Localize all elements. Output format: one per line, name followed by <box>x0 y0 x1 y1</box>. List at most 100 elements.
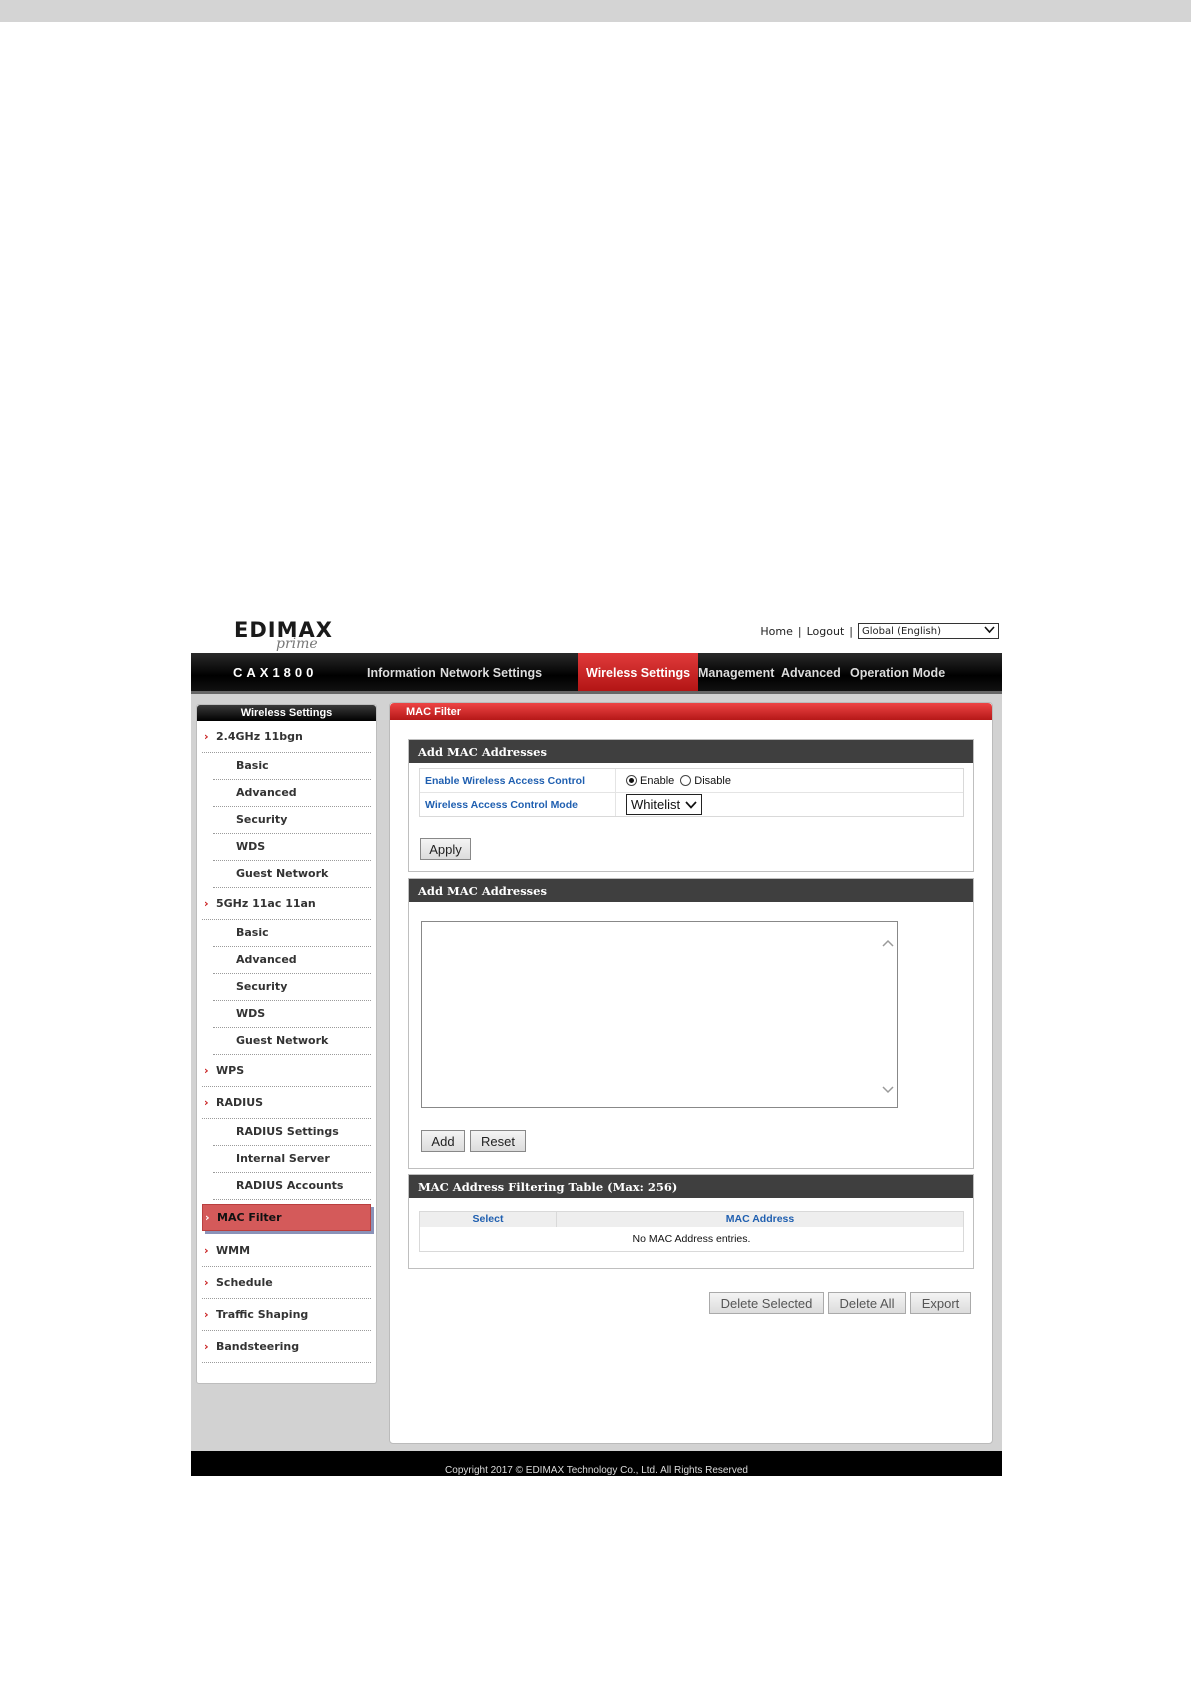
apply-button[interactable]: Apply <box>420 838 471 860</box>
nav-information[interactable]: Information <box>367 653 436 691</box>
main-area: Wireless Settings › 2.4GHz 11bgn Basic Ad… <box>191 694 1002 1451</box>
sidebar-item-basic[interactable]: Basic <box>213 920 371 947</box>
link-separator: | <box>797 624 802 638</box>
sidebar-item-advanced[interactable]: Advanced <box>213 780 371 807</box>
sidebar-item-basic[interactable]: Basic <box>213 753 371 780</box>
chevron-right-icon: › <box>204 1308 209 1321</box>
sidebar-item-label: Schedule <box>216 1276 273 1289</box>
sidebar-item-label: Traffic Shaping <box>216 1308 309 1321</box>
nav-operation-mode[interactable]: Operation Mode <box>850 653 945 691</box>
logo-subtitle: prime <box>276 636 318 652</box>
sidebar-item-label: Bandsteering <box>216 1340 300 1353</box>
column-header-select: Select <box>420 1212 557 1227</box>
sidebar-item-advanced[interactable]: Advanced <box>213 947 371 974</box>
footer: Copyright 2017 © EDIMAX Technology Co., … <box>191 1451 1002 1476</box>
disable-radio[interactable] <box>680 775 692 786</box>
enable-radio[interactable] <box>626 775 637 786</box>
chevron-right-icon: › <box>204 1064 209 1077</box>
sidebar-item-wds[interactable]: WDS <box>213 1001 371 1028</box>
section-title: Add MAC Addresses <box>409 879 973 902</box>
sidebar-item-label: RADIUS Settings <box>236 1125 339 1138</box>
copyright-text: Copyright 2017 © EDIMAX Technology Co., … <box>445 1465 748 1476</box>
sidebar-item-label: Basic <box>236 759 269 772</box>
chevron-right-icon: › <box>204 1340 209 1353</box>
nav-network-settings[interactable]: Network Settings <box>440 653 542 691</box>
language-select[interactable]: Global (English) <box>858 623 999 639</box>
sidebar-item-label: Guest Network <box>236 1034 329 1047</box>
column-header-mac-address: MAC Address <box>725 1213 795 1225</box>
enable-radio-label: Enable <box>640 774 675 787</box>
sidebar-item-schedule[interactable]: › Schedule <box>202 1267 371 1299</box>
chevron-right-icon: › <box>204 730 209 743</box>
access-control-form: Enable Wireless Access Control Enable Di… <box>419 768 964 817</box>
language-value: Global (English) <box>862 625 941 637</box>
sidebar-item-label: Guest Network <box>236 867 329 880</box>
mac-address-textarea[interactable] <box>421 921 898 1108</box>
enable-access-control-label: Enable Wireless Access Control <box>420 769 616 792</box>
sidebar-item-label: WPS <box>216 1064 245 1077</box>
reset-button[interactable]: Reset <box>470 1130 526 1152</box>
delete-all-button[interactable]: Delete All <box>828 1292 906 1314</box>
sidebar-item-label: RADIUS Accounts <box>236 1179 344 1192</box>
sidebar-item-bandsteering[interactable]: › Bandsteering <box>202 1331 371 1363</box>
sidebar-item-radius[interactable]: › RADIUS <box>202 1087 371 1119</box>
enable-access-control-options: Enable Disable <box>616 769 963 792</box>
sidebar-item-security[interactable]: Security <box>213 974 371 1001</box>
sidebar-item-label: WMM <box>216 1244 251 1257</box>
form-row: Enable Wireless Access Control Enable Di… <box>420 769 963 793</box>
sidebar-item-security[interactable]: Security <box>213 807 371 834</box>
export-button[interactable]: Export <box>910 1292 971 1314</box>
page-header: EDIMAX prime Home | Logout | Global (Eng… <box>191 612 1002 652</box>
access-control-mode-cell: Whitelist <box>616 793 963 816</box>
add-button[interactable]: Add <box>421 1130 465 1152</box>
page-title: MAC Filter <box>390 703 992 720</box>
sidebar-item-radius-settings[interactable]: RADIUS Settings <box>213 1119 371 1146</box>
sidebar-item-label: 5GHz 11ac 11an <box>216 897 316 910</box>
sidebar-item-guest-network[interactable]: Guest Network <box>213 1028 371 1055</box>
sidebar-item-traffic-shaping[interactable]: › Traffic Shaping <box>202 1299 371 1331</box>
router-admin-page: EDIMAX prime Home | Logout | Global (Eng… <box>191 612 1002 1476</box>
sidebar-item-label: 2.4GHz 11bgn <box>216 730 303 743</box>
sidebar-item-2-4ghz[interactable]: › 2.4GHz 11bgn <box>202 721 371 753</box>
sidebar-item-label: RADIUS <box>216 1096 264 1109</box>
sidebar-item-mac-filter[interactable]: › MAC Filter <box>202 1204 371 1231</box>
chevron-right-icon: › <box>204 1276 209 1289</box>
nav-wireless-settings[interactable]: Wireless Settings <box>578 653 699 691</box>
access-control-mode-label: Wireless Access Control Mode <box>420 793 616 816</box>
sidebar-item-radius-accounts[interactable]: RADIUS Accounts <box>213 1173 371 1200</box>
mac-filter-table: Select MAC Address No MAC Address entrie… <box>419 1211 964 1252</box>
link-separator: | <box>849 624 853 638</box>
sidebar-item-wps[interactable]: › WPS <box>202 1055 371 1087</box>
access-control-mode-select[interactable]: Whitelist <box>626 794 703 815</box>
sidebar-item-label: Advanced <box>236 953 297 966</box>
access-control-section: Add MAC Addresses Enable Wireless Access… <box>408 739 974 872</box>
delete-selected-button[interactable]: Delete Selected <box>709 1292 824 1314</box>
access-control-mode-value: Whitelist <box>631 797 681 812</box>
logout-link[interactable]: Logout <box>807 625 845 638</box>
sidebar-item-wds[interactable]: WDS <box>213 834 371 861</box>
sidebar-item-guest-network[interactable]: Guest Network <box>213 861 371 888</box>
sidebar-item-label: WDS <box>236 1007 266 1020</box>
sidebar-item-label: Security <box>236 980 288 993</box>
sidebar-item-5ghz[interactable]: › 5GHz 11ac 11an <box>202 888 371 920</box>
sidebar-item-label: Advanced <box>236 786 297 799</box>
chevron-right-icon: › <box>204 1096 209 1109</box>
top-gray-strip <box>0 0 1191 22</box>
sidebar-item-label: WDS <box>236 840 266 853</box>
top-links: Home | Logout | Global (English) <box>760 623 999 639</box>
sidebar-item-wmm[interactable]: › WMM <box>202 1235 371 1267</box>
scroll-down-icon[interactable] <box>881 1083 895 1097</box>
disable-radio-label: Disable <box>694 774 731 787</box>
sidebar-item-internal-server[interactable]: Internal Server <box>213 1146 371 1173</box>
home-link[interactable]: Home <box>760 625 792 638</box>
top-navigation-bar: CAX1800 Information Network Settings Wir… <box>191 653 1002 694</box>
sidebar-item-label: Basic <box>236 926 269 939</box>
mac-filter-table-section: MAC Address Filtering Table (Max: 256) S… <box>408 1174 974 1269</box>
scroll-up-icon[interactable] <box>881 936 895 950</box>
nav-management[interactable]: Management <box>698 653 774 691</box>
chevron-down-icon <box>984 625 995 637</box>
sidebar-item-label: MAC Filter <box>217 1211 282 1224</box>
nav-advanced[interactable]: Advanced <box>781 653 841 691</box>
product-model: CAX1800 <box>233 665 318 680</box>
table-empty-row: No MAC Address entries. <box>632 1233 751 1245</box>
